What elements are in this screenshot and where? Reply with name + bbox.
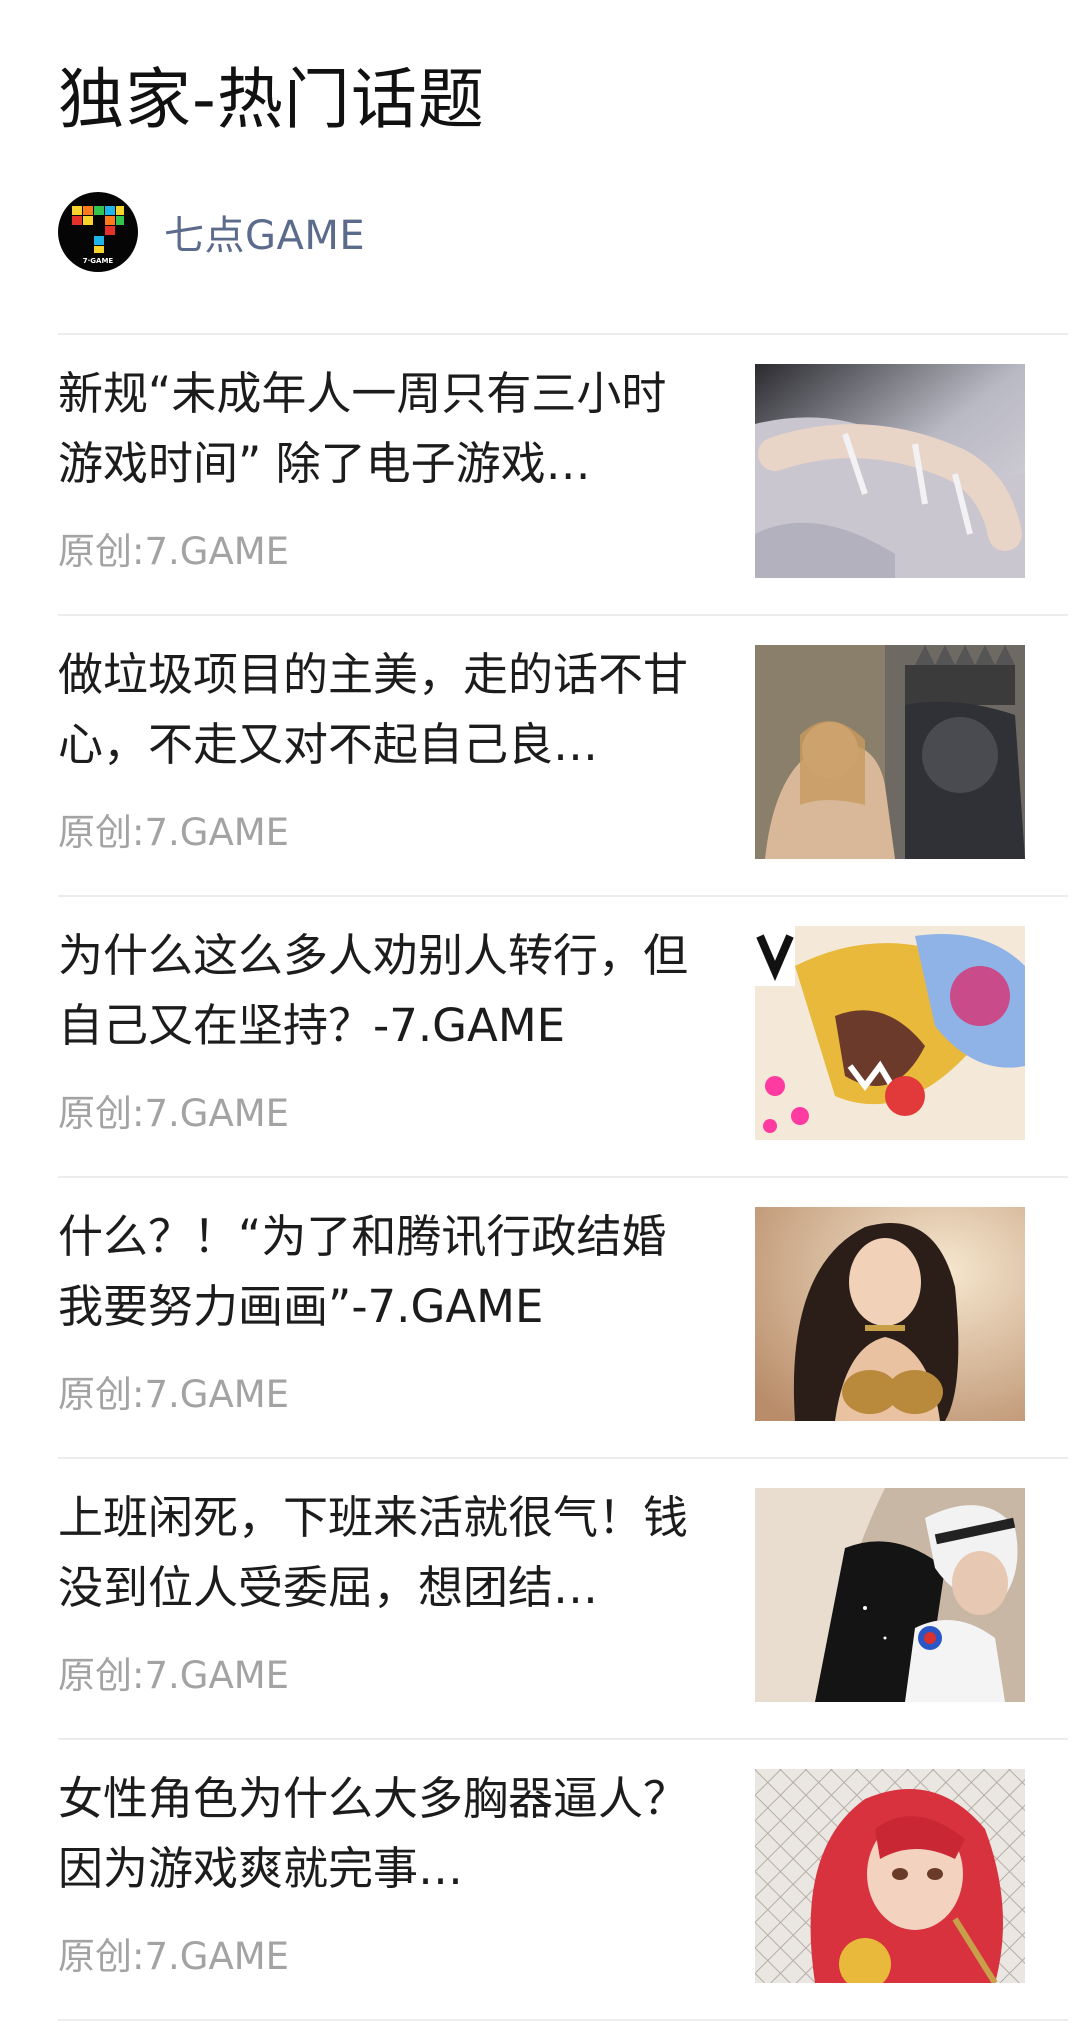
article-title[interactable]: 为什么这么多人劝别人转行，但自己又在坚持？-7.GAME: [58, 921, 708, 1061]
avatar-logo-text: 7·GAME: [83, 257, 114, 265]
article-source: 原创:7.GAME: [58, 1373, 290, 1416]
account-name-link[interactable]: 七点GAME: [164, 203, 365, 261]
divider: [58, 2019, 1068, 2021]
article-item[interactable]: 女性角色为什么大多胸器逼人？因为游戏爽就完事… 原创:7.GAME: [58, 1740, 1068, 2019]
article-thumbnail[interactable]: [755, 1488, 1025, 1702]
article-title[interactable]: 什么？！“为了和腾讯行政结婚我要努力画画”-7.GAME: [58, 1202, 708, 1342]
article-thumbnail-image: [755, 645, 1025, 859]
article-thumbnail[interactable]: [755, 1769, 1025, 1983]
article-source: 原创:7.GAME: [58, 530, 290, 573]
article-list: 新规“未成年人一周只有三小时游戏时间” 除了电子游戏… 原创:7.GAME 做垃…: [58, 333, 1068, 2021]
article-title[interactable]: 新规“未成年人一周只有三小时游戏时间” 除了电子游戏…: [58, 359, 708, 499]
account-avatar[interactable]: 7·GAME: [58, 192, 138, 272]
article-title[interactable]: 女性角色为什么大多胸器逼人？因为游戏爽就完事…: [58, 1764, 708, 1904]
article-title[interactable]: 做垃圾项目的主美，走的话不甘心，不走又对不起自己良…: [58, 640, 708, 780]
article-thumbnail-image: [755, 364, 1025, 578]
article-list-page: 独家-热门话题 7·GAME 七点GAME 新规“未成年人一周只有三小时游戏时间…: [0, 0, 1080, 2042]
article-thumbnail[interactable]: [755, 926, 1025, 1140]
article-thumbnail-image: [755, 1488, 1025, 1702]
article-thumbnail-image: [755, 1769, 1025, 1983]
article-thumbnail[interactable]: [755, 1207, 1025, 1421]
article-thumbnail-image: [755, 926, 1025, 1140]
seven-game-logo-icon: 7·GAME: [72, 206, 124, 265]
article-source: 原创:7.GAME: [58, 1092, 290, 1135]
article-source: 原创:7.GAME: [58, 1654, 290, 1697]
article-item[interactable]: 为什么这么多人劝别人转行，但自己又在坚持？-7.GAME 原创:7.GAME: [58, 897, 1068, 1176]
article-item[interactable]: 上班闲死，下班来活就很气！钱没到位人受委屈，想团结… 原创:7.GAME: [58, 1459, 1068, 1738]
article-title[interactable]: 上班闲死，下班来活就很气！钱没到位人受委屈，想团结…: [58, 1483, 708, 1623]
article-item[interactable]: 什么？！“为了和腾讯行政结婚我要努力画画”-7.GAME 原创:7.GAME: [58, 1178, 1068, 1457]
article-thumbnail[interactable]: [755, 364, 1025, 578]
article-source: 原创:7.GAME: [58, 811, 290, 854]
article-source: 原创:7.GAME: [58, 1935, 290, 1978]
page-title: 独家-热门话题: [58, 61, 485, 138]
article-item[interactable]: 做垃圾项目的主美，走的话不甘心，不走又对不起自己良… 原创:7.GAME: [58, 616, 1068, 895]
account-row[interactable]: 7·GAME 七点GAME: [58, 192, 365, 272]
article-thumbnail-image: [755, 1207, 1025, 1421]
article-item[interactable]: 新规“未成年人一周只有三小时游戏时间” 除了电子游戏… 原创:7.GAME: [58, 335, 1068, 614]
article-thumbnail[interactable]: [755, 645, 1025, 859]
